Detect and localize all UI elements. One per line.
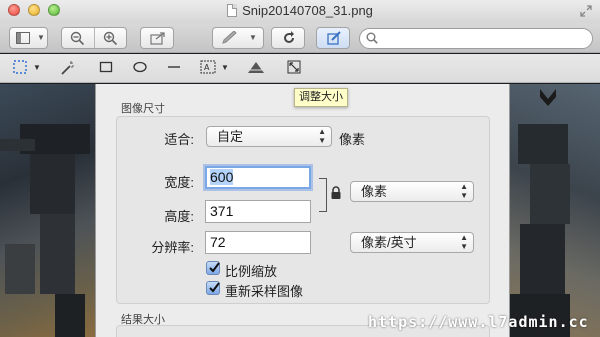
document-icon[interactable] <box>227 4 238 17</box>
fit-select[interactable]: 自定 ▲ ▼ <box>206 126 332 147</box>
fullscreen-icon[interactable] <box>580 5 592 17</box>
text-tool-button[interactable]: A <box>200 60 216 76</box>
adjust-color-icon <box>248 62 264 73</box>
search-icon <box>366 32 378 44</box>
text-box-icon: A <box>200 60 216 74</box>
zoom-control <box>61 27 127 49</box>
rectangle-shape-button[interactable] <box>99 60 113 76</box>
markup-pen-button[interactable]: ▼ <box>212 27 264 49</box>
adjust-size-button[interactable] <box>287 60 301 76</box>
markup-toolbar: ▼ A ▼ <box>0 54 600 83</box>
instant-alpha-button[interactable] <box>60 60 76 76</box>
chevron-down-icon[interactable]: ▼ <box>33 60 41 76</box>
svg-text:A: A <box>204 63 210 72</box>
selection-tool-button[interactable] <box>13 60 27 76</box>
width-label: 宽度: <box>164 175 194 190</box>
tooltip: 调整大小 <box>294 88 348 107</box>
resize-icon <box>287 60 301 74</box>
watermark-text: https://www.l7admin.cc <box>368 313 589 331</box>
rotate-button[interactable] <box>271 27 305 49</box>
line-icon <box>168 66 180 68</box>
resolution-field[interactable]: 72 <box>205 231 311 254</box>
size-unit-value: 像素 <box>361 184 388 199</box>
document-image-left <box>0 84 95 337</box>
document-image-right <box>510 84 600 337</box>
rectangular-selection-icon <box>13 60 27 74</box>
rectangle-icon <box>99 61 113 73</box>
magic-wand-icon <box>61 61 74 75</box>
resolution-label: 分辨率: <box>151 240 194 255</box>
fit-unit-label: 像素 <box>339 132 366 147</box>
zoom-in-button[interactable] <box>95 28 127 48</box>
main-toolbar: ▼ ▼ <box>0 23 600 53</box>
resolution-unit-select[interactable]: 像素/英寸 ▲ ▼ <box>350 232 474 253</box>
fit-select-value: 自定 <box>217 129 244 144</box>
resolution-value: 72 <box>210 234 226 250</box>
fit-label: 适合: <box>164 132 194 147</box>
resample-image-checkbox[interactable] <box>206 281 220 295</box>
window-title: Snip20140708_31.png <box>242 3 373 18</box>
image-size-section-label: 图像尺寸 <box>121 103 165 115</box>
stepper-arrows-icon: ▲ ▼ <box>460 182 468 200</box>
show-markup-button[interactable] <box>316 27 350 49</box>
rotate-icon <box>284 31 294 43</box>
width-value: 600 <box>210 169 234 185</box>
pen-icon <box>222 31 237 44</box>
line-shape-button[interactable] <box>167 60 181 76</box>
zoom-in-icon <box>103 31 118 46</box>
search-input[interactable] <box>359 28 593 49</box>
stepper-arrows-icon: ▲ ▼ <box>318 127 326 145</box>
share-button[interactable] <box>140 27 174 49</box>
zoom-out-button[interactable] <box>62 28 94 48</box>
checkmark-icon <box>209 262 220 273</box>
window-title-wrap: Snip20140708_31.png <box>0 3 600 18</box>
height-value: 371 <box>210 203 234 219</box>
height-field[interactable]: 371 <box>205 200 311 223</box>
oval-icon <box>133 61 147 73</box>
zoom-out-icon <box>70 31 85 46</box>
lock-icon[interactable] <box>330 186 342 200</box>
scale-proportionally-label[interactable]: 比例缩放 <box>225 261 277 280</box>
view-mode-button[interactable]: ▼ <box>9 27 48 49</box>
share-icon <box>150 32 165 45</box>
width-field[interactable]: 600 <box>205 166 311 189</box>
oval-shape-button[interactable] <box>133 60 147 76</box>
resolution-unit-value: 像素/英寸 <box>361 235 417 250</box>
title-bar: Snip20140708_31.png <box>0 0 600 23</box>
adjust-color-button[interactable] <box>246 60 266 76</box>
chevron-down-icon[interactable]: ▼ <box>221 60 229 76</box>
scale-proportionally-checkbox[interactable] <box>206 261 220 275</box>
stepper-arrows-icon: ▲ ▼ <box>460 233 468 251</box>
sidebar-icon <box>16 32 30 44</box>
size-unit-select[interactable]: 像素 ▲ ▼ <box>350 181 474 202</box>
chevron-down-icon: ▼ <box>37 33 45 42</box>
checkmark-icon <box>209 282 220 293</box>
markup-toolbox-icon <box>327 31 341 45</box>
chevron-down-icon: ▼ <box>249 33 257 42</box>
height-label: 高度: <box>164 209 194 224</box>
resample-image-label[interactable]: 重新采样图像 <box>225 281 303 300</box>
proportion-bracket <box>319 178 327 212</box>
